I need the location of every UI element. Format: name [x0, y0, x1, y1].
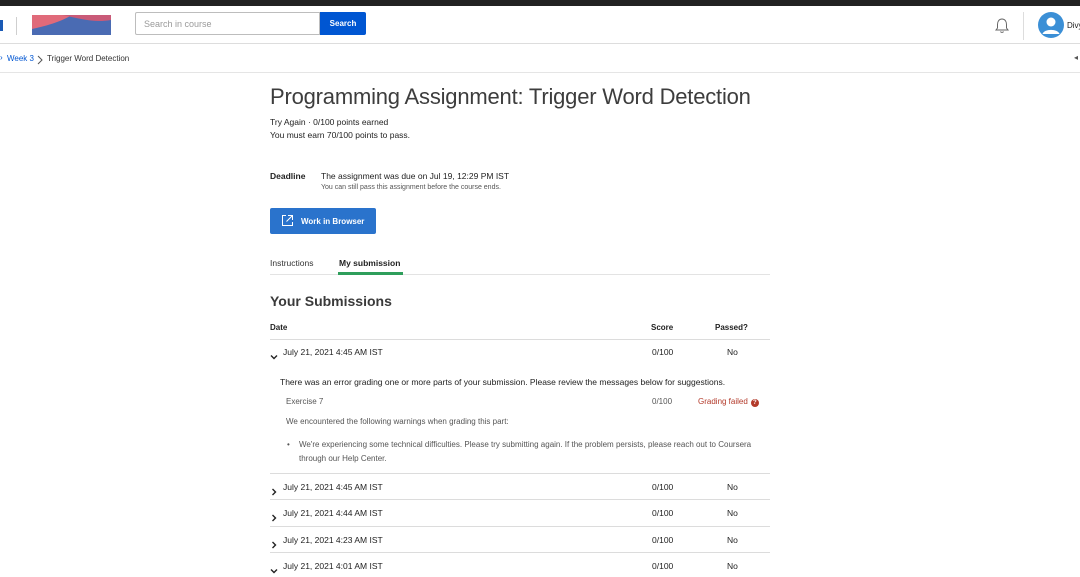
warning-intro: We encountered the following warnings wh… — [286, 417, 509, 426]
tab-my-submission[interactable]: My submission — [339, 258, 400, 268]
menu-edge-mark[interactable] — [0, 20, 3, 31]
submissions-heading: Your Submissions — [270, 293, 392, 309]
page-title: Programming Assignment: Trigger Word Det… — [270, 84, 751, 109]
chevron-right-icon[interactable] — [270, 483, 278, 496]
submission-date: July 21, 2021 4:44 AM IST — [283, 508, 383, 518]
grading-error-message: There was an error grading one or more p… — [280, 377, 726, 387]
chevron-right-icon — [36, 52, 44, 65]
row-divider — [270, 499, 770, 500]
header-divider — [16, 17, 17, 35]
submission-date: July 21, 2021 4:45 AM IST — [283, 482, 383, 492]
deadline-text: The assignment was due on Jul 19, 12:29 … — [321, 171, 510, 181]
breadcrumb-back-icon[interactable]: › — [0, 53, 3, 62]
course-logo[interactable] — [32, 15, 111, 35]
row-divider — [270, 526, 770, 527]
caret-icon[interactable]: ◂ — [1074, 53, 1078, 62]
submission-date: July 21, 2021 4:23 AM IST — [283, 535, 383, 545]
column-header-score: Score — [651, 323, 674, 332]
header-divider — [1023, 12, 1024, 40]
work-in-browser-label: Work in Browser — [301, 217, 365, 226]
submission-score: 0/100 — [652, 535, 674, 545]
pass-requirement: You must earn 70/100 points to pass. — [270, 130, 411, 140]
warning-text: We're experiencing some technical diffic… — [299, 440, 752, 463]
tab-bar: Instructions My submission — [270, 256, 770, 275]
breadcrumb-current: Trigger Word Detection — [47, 54, 130, 63]
submission-score: 0/100 — [652, 482, 674, 492]
external-link-icon — [281, 214, 294, 227]
active-tab-indicator — [338, 272, 403, 275]
chevron-down-icon[interactable] — [270, 348, 278, 360]
bell-icon[interactable] — [993, 17, 1011, 35]
deadline-label: Deadline — [270, 171, 306, 181]
chevron-right-icon[interactable] — [270, 536, 278, 549]
row-divider — [270, 473, 770, 474]
header: Search Divy — [0, 6, 1080, 44]
help-circle-icon[interactable]: ? — [750, 399, 759, 407]
submission-score: 0/100 — [652, 347, 674, 357]
submission-date: July 21, 2021 4:45 AM IST — [283, 347, 383, 357]
deadline-subtext: You can still pass this assignment befor… — [321, 184, 501, 191]
row-divider — [270, 552, 770, 553]
breadcrumb: › Week 3 Trigger Word Detection ◂ — [0, 44, 1080, 73]
bullet: • — [287, 440, 290, 449]
submission-score: 0/100 — [652, 508, 674, 518]
work-in-browser-button[interactable]: Work in Browser — [270, 208, 376, 234]
column-header-date: Date — [270, 323, 288, 332]
submission-date: July 21, 2021 4:01 AM IST — [283, 561, 383, 571]
submission-passed: No — [727, 561, 738, 571]
exercise-score: 0/100 — [652, 397, 673, 406]
chevron-down-icon[interactable] — [270, 562, 278, 574]
search-input[interactable] — [135, 12, 320, 35]
username[interactable]: Divy — [1067, 21, 1080, 30]
submission-passed: No — [727, 535, 738, 545]
column-header-passed: Passed? — [715, 323, 748, 332]
submission-passed: No — [727, 508, 738, 518]
breadcrumb-week-link[interactable]: Week 3 — [7, 54, 34, 63]
tab-instructions[interactable]: Instructions — [270, 258, 313, 268]
grading-failed-status[interactable]: Grading failed? — [698, 397, 759, 407]
exercise-label: Exercise 7 — [286, 397, 324, 406]
warning-item: • We're experiencing some technical diff… — [287, 438, 759, 466]
submission-passed: No — [727, 482, 738, 492]
table-header-divider — [270, 339, 770, 340]
submission-passed: No — [727, 347, 738, 357]
submission-score: 0/100 — [652, 561, 674, 571]
assignment-status: Try Again · 0/100 points earned — [270, 117, 389, 127]
avatar-icon[interactable] — [1038, 12, 1064, 38]
search-button[interactable]: Search — [320, 12, 366, 35]
chevron-right-icon[interactable] — [270, 509, 278, 522]
grading-failed-label: Grading failed — [698, 397, 748, 406]
